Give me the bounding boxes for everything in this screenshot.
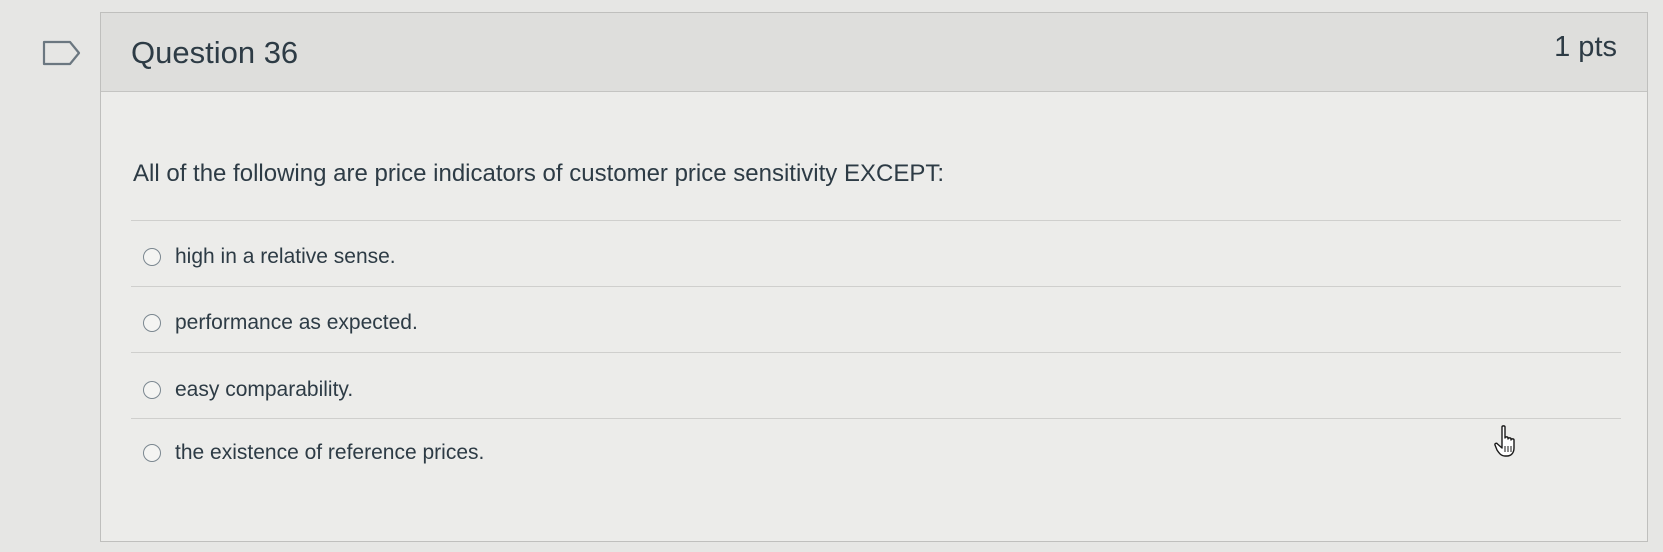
- question-points: 1 pts: [1554, 31, 1617, 63]
- question-prompt: All of the following are price indicator…: [133, 160, 944, 187]
- divider: [131, 352, 1621, 353]
- answer-label: the existence of reference prices.: [175, 441, 485, 464]
- divider: [131, 418, 1621, 419]
- divider: [131, 220, 1621, 221]
- question-header: Question 36 1 pts: [101, 13, 1647, 92]
- question-card: Question 36 1 pts All of the following a…: [100, 12, 1648, 542]
- hand-pointer-icon: [1494, 425, 1515, 457]
- answer-label: performance as expected.: [175, 311, 418, 334]
- question-title: Question 36: [131, 35, 299, 70]
- radio-button[interactable]: [143, 248, 161, 266]
- radio-button[interactable]: [143, 381, 161, 399]
- radio-button[interactable]: [143, 444, 161, 462]
- answer-option[interactable]: the existence of reference prices.: [143, 438, 484, 468]
- answer-option[interactable]: performance as expected.: [143, 308, 418, 338]
- answer-label: easy comparability.: [175, 378, 354, 401]
- flag-question-icon[interactable]: [42, 40, 82, 66]
- answer-label: high in a relative sense.: [175, 245, 396, 268]
- radio-button[interactable]: [143, 314, 161, 332]
- answer-option[interactable]: high in a relative sense.: [143, 242, 396, 272]
- divider: [131, 286, 1621, 287]
- answer-option[interactable]: easy comparability.: [143, 375, 353, 405]
